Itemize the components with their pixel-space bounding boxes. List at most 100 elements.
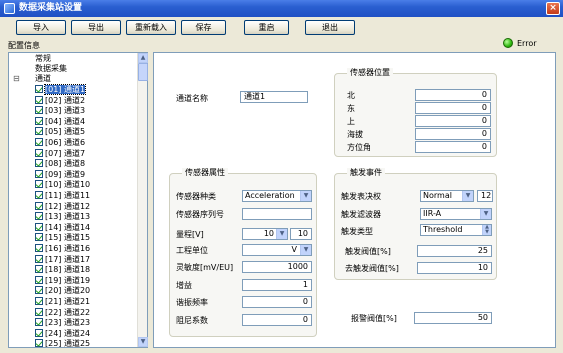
reload-button[interactable]: 重新载入 <box>126 20 176 35</box>
checkbox-checked-icon[interactable] <box>35 275 43 284</box>
restart-button[interactable]: 重启 <box>244 20 289 35</box>
trigger-vote-input[interactable]: 12 <box>477 190 493 202</box>
scroll-thumb[interactable] <box>138 63 148 81</box>
sensor-type-select[interactable]: Acceleration ▼ <box>242 190 312 202</box>
checkbox-checked-icon[interactable] <box>35 244 43 252</box>
tree-item-channel[interactable]: [09] 通道9 <box>9 169 137 179</box>
tree-expander-icon[interactable]: ⊟ <box>13 74 20 83</box>
azimuth-input[interactable]: 0 <box>415 141 491 153</box>
save-button[interactable]: 保存 <box>181 20 226 35</box>
tree-item-channel[interactable]: [25] 通道25 <box>9 339 137 347</box>
tree-item-label: [17] 通道17 <box>45 254 91 264</box>
exit-button[interactable]: 退出 <box>305 20 355 35</box>
checkbox-checked-icon[interactable] <box>35 201 43 210</box>
checkbox-checked-icon[interactable] <box>35 265 43 274</box>
checkbox-checked-icon[interactable] <box>35 95 43 104</box>
checkbox-checked-icon[interactable] <box>35 85 43 93</box>
tree-item-channel[interactable]: [18] 通道18 <box>9 265 137 274</box>
chevron-down-icon[interactable]: ▼ <box>462 191 473 201</box>
tree-item-channel[interactable]: [07] 通道7 <box>9 148 137 158</box>
checkbox-checked-icon[interactable] <box>35 180 43 189</box>
tree-scrollbar[interactable]: ▲ ▼ <box>137 53 148 347</box>
tree-item-channel[interactable]: [15] 通道15 <box>9 233 137 242</box>
spin-arrows-icon[interactable]: ▲ ▼ <box>482 225 491 235</box>
import-button[interactable]: 导入 <box>16 20 66 35</box>
threshold-label: 触发阀值[%] <box>345 247 391 256</box>
range-select[interactable]: 10 ▼ <box>242 228 288 240</box>
trigger-type-select[interactable]: Threshold ▲ ▼ <box>420 224 492 236</box>
checkbox-checked-icon[interactable] <box>35 169 43 178</box>
resonance-input[interactable]: 0 <box>242 296 312 308</box>
checkbox-checked-icon[interactable] <box>35 286 43 295</box>
chevron-down-icon[interactable]: ▼ <box>480 209 491 219</box>
tree-item-channel[interactable]: [01] 通道1 <box>9 84 137 95</box>
checkbox-checked-icon[interactable] <box>35 233 43 242</box>
tree-item-channel[interactable]: [05] 通道5 <box>9 127 137 136</box>
scroll-up-icon[interactable]: ▲ <box>138 53 148 63</box>
tree-item-channel[interactable]: [03] 通道3 <box>9 106 137 115</box>
tree-item-channel[interactable]: [12] 通道12 <box>9 201 137 211</box>
tree-item-channel[interactable]: [19] 通道19 <box>9 275 137 285</box>
chevron-down-icon[interactable]: ▼ <box>276 229 287 239</box>
threshold-input[interactable]: 25 <box>417 245 492 257</box>
tree-item-channel[interactable]: [23] 通道23 <box>9 318 137 327</box>
tree-item-channel[interactable]: [11] 通道11 <box>9 191 137 200</box>
checkbox-checked-icon[interactable] <box>35 106 43 115</box>
serial-input[interactable] <box>242 208 312 220</box>
tree-item-channel[interactable]: [20] 通道20 <box>9 286 137 295</box>
tree-item-channel[interactable]: [10] 通道10 <box>9 180 137 189</box>
scroll-down-icon[interactable]: ▼ <box>138 337 148 347</box>
checkbox-checked-icon[interactable] <box>35 328 43 337</box>
altitude-input[interactable]: 0 <box>415 128 491 140</box>
trigger-vote-select[interactable]: Normal ▼ <box>420 190 474 202</box>
checkbox-checked-icon[interactable] <box>35 339 43 347</box>
tree-item-label: [24] 通道24 <box>45 328 91 338</box>
unit-select[interactable]: V ▼ <box>242 244 312 256</box>
tree-item-channel[interactable]: [13] 通道13 <box>9 212 137 221</box>
tree-item-channel[interactable]: [16] 通道16 <box>9 244 137 253</box>
east-input[interactable]: 0 <box>415 102 491 114</box>
checkbox-checked-icon[interactable] <box>35 138 43 146</box>
tree-item-channel[interactable]: [14] 通道14 <box>9 222 137 232</box>
checkbox-checked-icon[interactable] <box>35 318 43 327</box>
checkbox-checked-icon[interactable] <box>35 191 43 199</box>
trigger-filter-select[interactable]: IIR-A ▼ <box>420 208 492 220</box>
chevron-down-icon[interactable]: ▼ <box>300 191 311 201</box>
unit-value: V <box>291 245 297 254</box>
altitude-label: 海拔 <box>347 130 363 139</box>
tree-item-channel[interactable]: [02] 通道2 <box>9 95 137 105</box>
alarm-input[interactable]: 50 <box>414 312 492 324</box>
checkbox-checked-icon[interactable] <box>35 307 43 316</box>
tree-item-channels[interactable]: 通道 <box>35 74 51 83</box>
tree-item-channel[interactable]: [21] 通道21 <box>9 297 137 306</box>
range-input[interactable]: 10 <box>290 228 312 240</box>
checkbox-checked-icon[interactable] <box>35 222 43 231</box>
up-input[interactable]: 0 <box>415 115 491 127</box>
gain-input[interactable]: 1 <box>242 279 312 291</box>
channel-name-input[interactable]: 通道1 <box>240 91 308 103</box>
tree-item-channel[interactable]: [04] 通道4 <box>9 116 137 126</box>
azimuth-label: 方位角 <box>347 143 371 152</box>
tree-item-channel[interactable]: [17] 通道17 <box>9 254 137 264</box>
tree-item-acquisition[interactable]: 数据采集 <box>35 64 67 73</box>
detrigger-input[interactable]: 10 <box>417 262 492 274</box>
tree-item-channel[interactable]: [22] 通道22 <box>9 307 137 317</box>
checkbox-checked-icon[interactable] <box>35 127 43 136</box>
north-input[interactable]: 0 <box>415 89 491 101</box>
export-button[interactable]: 导出 <box>71 20 121 35</box>
checkbox-checked-icon[interactable] <box>35 254 43 263</box>
checkbox-checked-icon[interactable] <box>35 297 43 305</box>
checkbox-checked-icon[interactable] <box>35 212 43 221</box>
damping-input[interactable]: 0 <box>242 314 312 326</box>
checkbox-checked-icon[interactable] <box>35 148 43 157</box>
tree-item-general[interactable]: 常规 <box>35 54 51 63</box>
tree-item-channel[interactable]: [24] 通道24 <box>9 328 137 338</box>
tree-item-channel[interactable]: [08] 通道8 <box>9 159 137 168</box>
checkbox-checked-icon[interactable] <box>35 116 43 125</box>
checkbox-checked-icon[interactable] <box>35 159 43 168</box>
chevron-down-icon[interactable]: ▼ <box>300 245 311 255</box>
trigger-type-label: 触发类型 <box>341 227 373 236</box>
tree-item-channel[interactable]: [06] 通道6 <box>9 138 137 147</box>
close-button[interactable]: × <box>546 2 560 15</box>
sensitivity-input[interactable]: 1000 <box>242 261 312 273</box>
